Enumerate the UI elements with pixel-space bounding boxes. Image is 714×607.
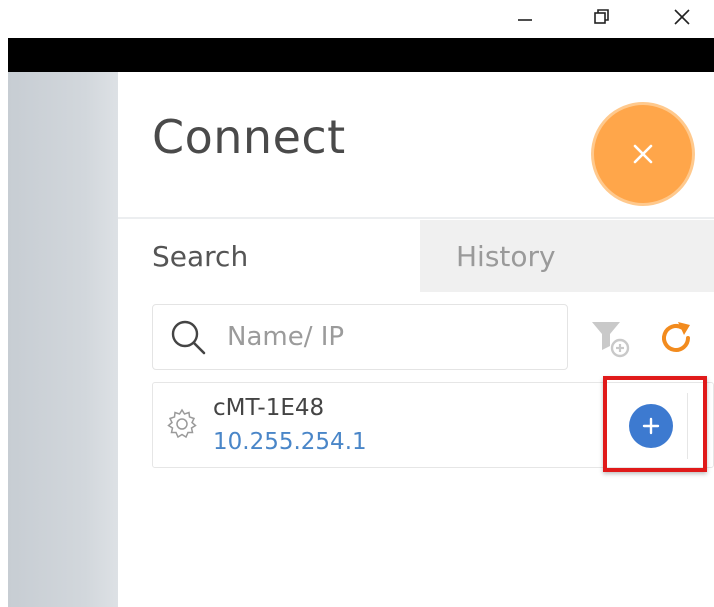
minimize-button[interactable] xyxy=(503,0,547,34)
minimize-icon xyxy=(518,19,532,21)
tab-history[interactable]: History xyxy=(420,220,714,292)
device-name: cMT-1E48 xyxy=(213,395,325,421)
tab-search-label: Search xyxy=(152,239,249,273)
search-input[interactable] xyxy=(225,321,549,353)
app-header-bar xyxy=(8,38,714,72)
restore-button[interactable] xyxy=(580,0,624,34)
filter-add-icon xyxy=(592,322,630,358)
row-divider xyxy=(687,393,688,459)
close-icon xyxy=(633,144,653,164)
background-pane xyxy=(8,72,119,607)
plus-icon xyxy=(642,417,660,435)
close-icon xyxy=(674,9,690,25)
page-title: Connect xyxy=(152,110,346,164)
tab-search[interactable]: Search xyxy=(118,220,420,292)
refresh-icon xyxy=(662,322,690,352)
close-panel-button[interactable] xyxy=(594,105,692,203)
refresh-button[interactable] xyxy=(654,316,698,360)
search-icon xyxy=(165,314,211,360)
connect-panel: Connect Search History Name/ IP cMT-1E48… xyxy=(118,72,714,607)
gear-icon[interactable] xyxy=(165,407,199,441)
add-device-button[interactable] xyxy=(629,404,673,448)
restore-icon xyxy=(594,9,609,24)
tab-history-label: History xyxy=(456,239,556,273)
search-box xyxy=(152,304,568,370)
device-ip: 10.255.254.1 xyxy=(213,429,367,455)
window-title-bar xyxy=(0,0,714,38)
window-close-button[interactable] xyxy=(660,0,704,34)
filter-add-button[interactable] xyxy=(588,316,632,360)
device-list-item[interactable]: cMT-1E48 10.255.254.1 xyxy=(152,382,714,468)
header-divider xyxy=(118,217,714,219)
